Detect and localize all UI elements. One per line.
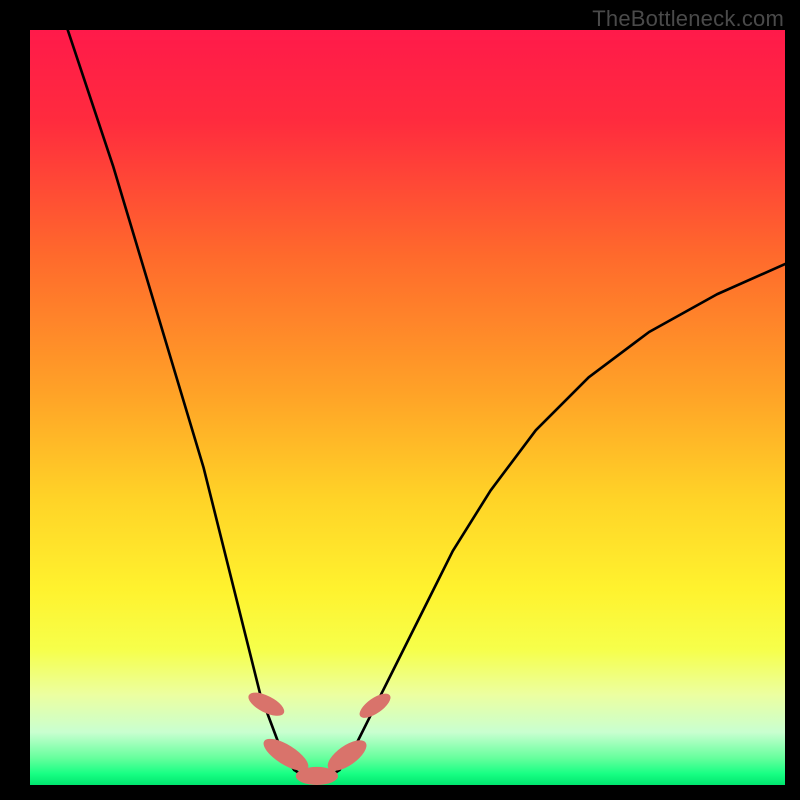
series-bottleneck-right: [340, 264, 785, 770]
right-upper-blob: [356, 689, 394, 722]
series-group: [68, 30, 785, 777]
plot-area: [30, 30, 785, 785]
marker-group: [245, 688, 394, 785]
series-bottleneck-left: [68, 30, 295, 770]
curve-layer: [30, 30, 785, 785]
chart-frame: TheBottleneck.com: [0, 0, 800, 800]
left-upper-blob: [245, 688, 288, 721]
watermark-text: TheBottleneck.com: [592, 6, 784, 32]
